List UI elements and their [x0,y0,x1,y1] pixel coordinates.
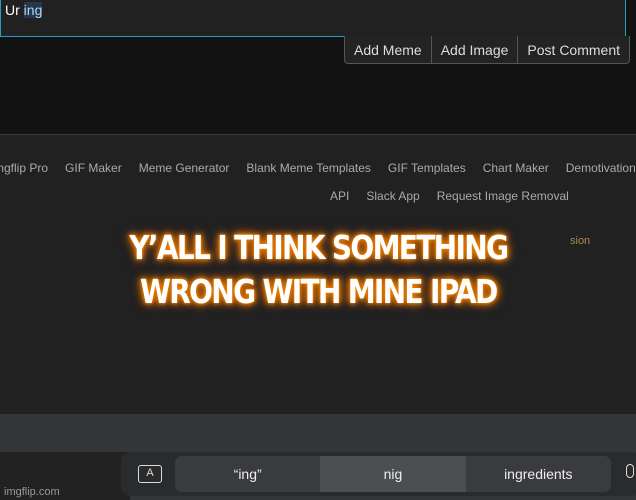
caption-line-2: WRONG WITH MINE IPAD [140,272,498,311]
footer-link-meme-generator[interactable]: Meme Generator [139,161,230,175]
footer-link-gif-maker[interactable]: GIF Maker [65,161,122,175]
footer-nav-2: API Slack App Request Image Removal [330,189,586,203]
footer-link-slack-app[interactable]: Slack App [366,189,419,203]
footer-link-api[interactable]: API [330,189,349,203]
comment-text: Ur [5,2,24,18]
caption-line-1: Y’ALL I THINK SOMETHING [129,228,509,267]
footer-link-image-removal[interactable]: Request Image Removal [437,189,569,203]
add-meme-button[interactable]: Add Meme [345,36,432,63]
post-comment-button[interactable]: Post Comment [518,36,629,63]
suggestion-2[interactable]: nig [320,456,466,492]
comment-textarea[interactable]: Ur ing [0,0,626,37]
suggestion-1[interactable]: “ing” [175,456,320,492]
footer-link-chart-maker[interactable]: Chart Maker [483,161,549,175]
footer-link-gif-templates[interactable]: GIF Templates [388,161,466,175]
add-image-button[interactable]: Add Image [432,36,519,63]
selected-text: ing [23,2,43,18]
comment-actions: Add Meme Add Image Post Comment [344,36,631,64]
footer-link-blank-templates[interactable]: Blank Meme Templates [246,161,371,175]
microphone-icon[interactable] [626,464,634,478]
browser-url[interactable]: imgflip.com [4,486,60,498]
format-key-icon[interactable]: A [138,465,162,483]
suggestion-3[interactable]: ingredients [466,456,611,492]
footer-link-imgflip-pro[interactable]: mgflip Pro [0,161,48,175]
footer-nav: mgflip Pro GIF Maker Meme Generator Blank M… [0,161,636,175]
footer-link-demotivational[interactable]: Demotivational Ma [566,161,636,175]
suggestions: “ing” nig ingredients [175,456,611,492]
meme-caption: Y’ALL I THINK SOMETHING WRONG WITH MINE … [48,226,589,314]
